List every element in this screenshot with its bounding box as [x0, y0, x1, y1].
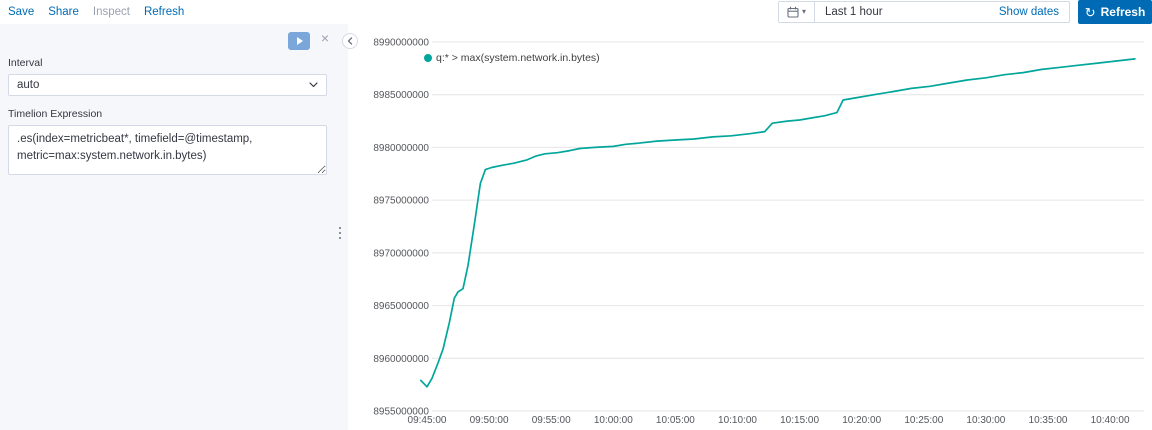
- line-chart-plot: 8990000000 8985000000 8980000000 8975000000…: [373, 38, 1144, 426]
- svg-text:8990000000: 8990000000: [373, 38, 429, 49]
- svg-text:10:00:00: 10:00:00: [594, 415, 633, 426]
- svg-text:10:05:00: 10:05:00: [656, 415, 695, 426]
- svg-text:8985000000: 8985000000: [373, 90, 429, 101]
- chart-legend[interactable]: q:* > max(system.network.in.bytes): [424, 52, 600, 64]
- svg-text:10:15:00: 10:15:00: [780, 415, 819, 426]
- panel-resize-handle[interactable]: [337, 227, 343, 243]
- toolbar-links: Save Share Inspect Refresh: [8, 6, 184, 18]
- svg-text:09:50:00: 09:50:00: [470, 415, 509, 426]
- svg-text:10:40:00: 10:40:00: [1091, 415, 1130, 426]
- play-icon: [296, 37, 303, 45]
- close-editor-button[interactable]: ×: [316, 29, 334, 47]
- interval-label: Interval: [8, 57, 43, 69]
- save-link[interactable]: Save: [8, 6, 34, 18]
- collapse-panel-button[interactable]: [342, 33, 358, 49]
- svg-text:10:10:00: 10:10:00: [718, 415, 757, 426]
- calendar-icon: [787, 6, 799, 18]
- svg-text:09:55:00: 09:55:00: [532, 415, 571, 426]
- refresh-button[interactable]: ↻ Refresh: [1078, 0, 1152, 24]
- refresh-link[interactable]: Refresh: [144, 6, 184, 18]
- svg-text:10:35:00: 10:35:00: [1029, 415, 1068, 426]
- super-date-picker: ▾ Last 1 hour Show dates: [778, 1, 1070, 23]
- interval-selected-value: auto: [17, 79, 40, 91]
- svg-text:10:25:00: 10:25:00: [904, 415, 943, 426]
- quick-select-button[interactable]: ▾: [779, 2, 815, 22]
- timelion-editor-panel: × Interval auto Timelion Expression .es(…: [0, 24, 348, 430]
- editor-form: Interval auto Timelion Expression .es(in…: [0, 57, 348, 180]
- top-navigation-bar: Save Share Inspect Refresh ▾ Last 1 hour…: [0, 0, 1152, 24]
- show-dates-link[interactable]: Show dates: [999, 6, 1069, 18]
- chart-area: 8990000000 8985000000 8980000000 8975000000…: [348, 24, 1152, 430]
- time-range-value[interactable]: Last 1 hour: [815, 6, 999, 18]
- chevron-down-icon: [309, 82, 318, 88]
- chevron-down-icon: ▾: [801, 7, 806, 16]
- svg-text:8960000000: 8960000000: [373, 354, 429, 365]
- timelion-expression-label: Timelion Expression: [8, 108, 103, 120]
- refresh-button-label: Refresh: [1100, 5, 1146, 19]
- timelion-expression-input[interactable]: .es(index=metricbeat*, timefield=@timest…: [8, 125, 327, 175]
- chevron-left-icon: [347, 37, 353, 45]
- svg-text:10:20:00: 10:20:00: [842, 415, 881, 426]
- svg-text:8965000000: 8965000000: [373, 301, 429, 312]
- legend-series-label: q:* > max(system.network.in.bytes): [436, 52, 600, 64]
- time-picker-group: ▾ Last 1 hour Show dates ↻ Refresh: [778, 0, 1152, 24]
- svg-text:09:45:00: 09:45:00: [408, 415, 447, 426]
- share-link[interactable]: Share: [48, 6, 79, 18]
- legend-series-dot: [424, 54, 432, 62]
- svg-text:10:30:00: 10:30:00: [966, 415, 1005, 426]
- inspect-link[interactable]: Inspect: [93, 6, 130, 18]
- interval-select[interactable]: auto: [8, 74, 327, 96]
- refresh-icon: ↻: [1084, 4, 1096, 20]
- svg-text:8970000000: 8970000000: [373, 248, 429, 259]
- svg-text:8980000000: 8980000000: [373, 143, 429, 154]
- run-expression-button[interactable]: [288, 32, 310, 50]
- svg-text:8975000000: 8975000000: [373, 196, 429, 207]
